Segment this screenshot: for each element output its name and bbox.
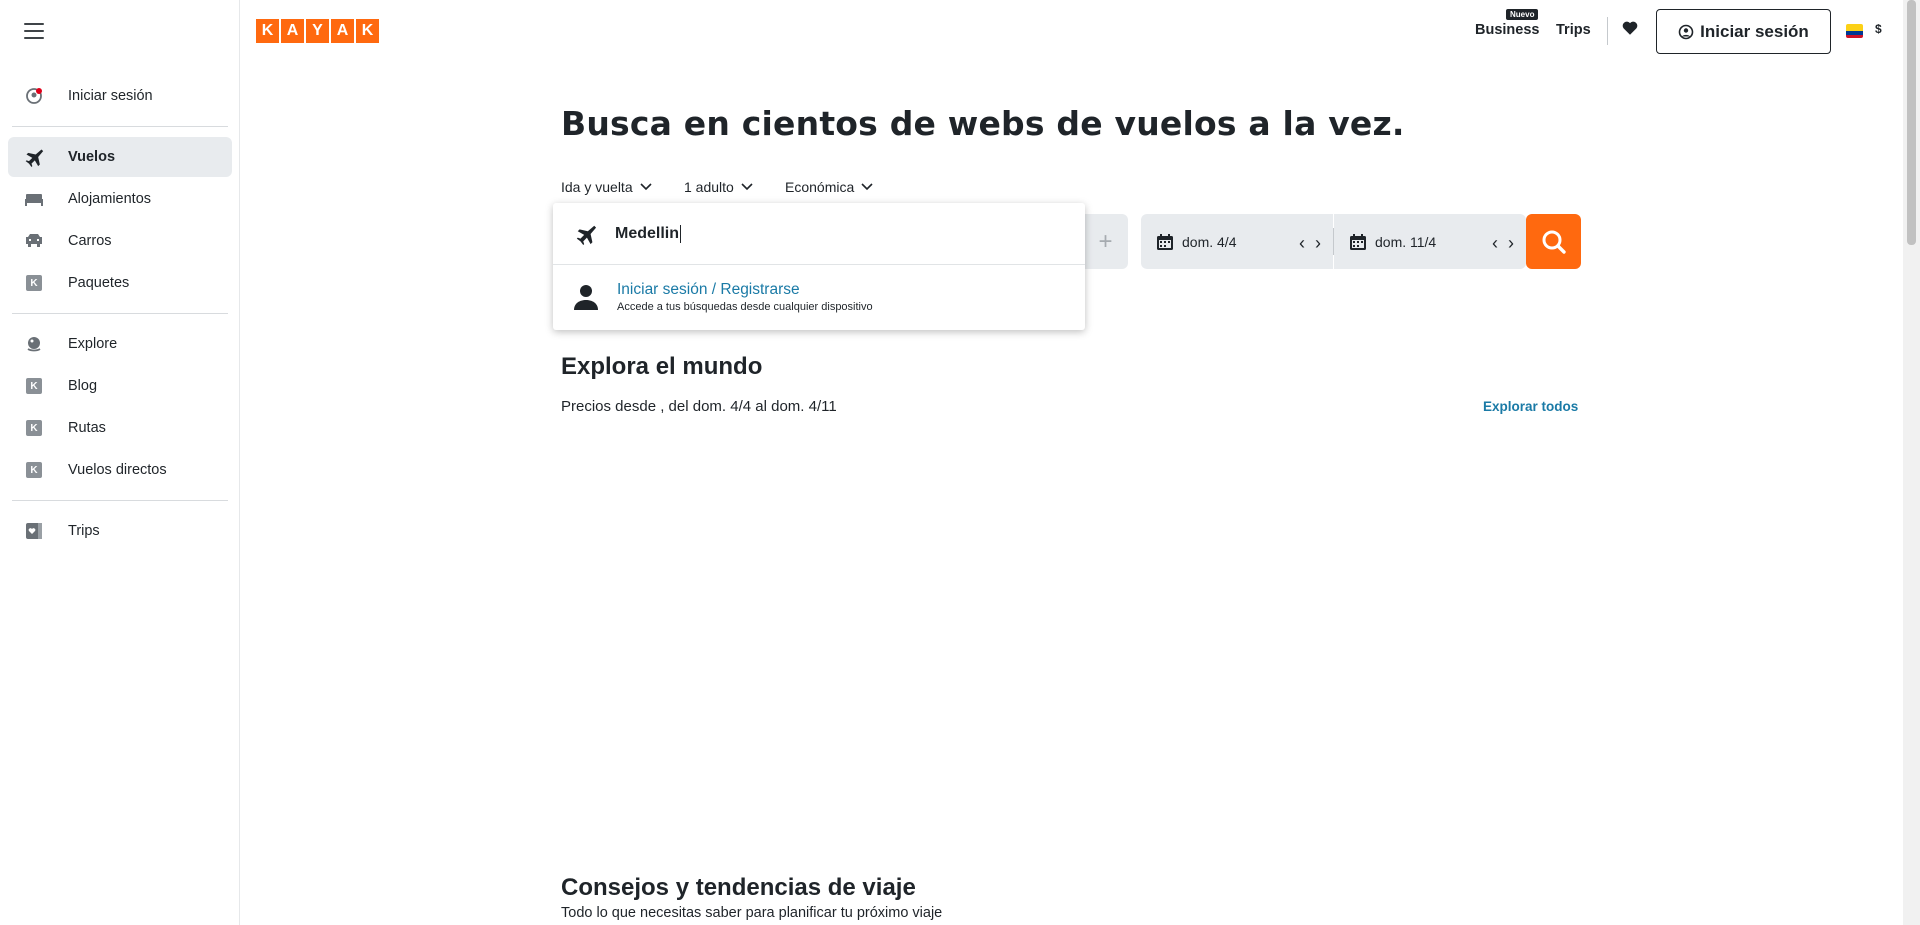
page-scrollbar[interactable] xyxy=(1903,0,1920,925)
plus-icon: + xyxy=(1098,227,1113,255)
plane-icon xyxy=(22,145,46,169)
chevron-left-icon[interactable]: ‹ xyxy=(1299,233,1305,254)
login-suggestion-subtitle: Accede a tus búsquedas desde cualquier d… xyxy=(617,301,873,313)
search-icon xyxy=(1542,230,1566,254)
login-suggestion[interactable]: Iniciar sesión / Registrarse Accede a tu… xyxy=(553,265,1085,329)
cabin-label: Económica xyxy=(785,179,855,195)
logo-letter: K xyxy=(356,19,379,43)
logo-letter: Y xyxy=(306,19,329,43)
sidebar-item-label: Vuelos directos xyxy=(68,462,167,478)
chevron-right-icon[interactable]: › xyxy=(1508,233,1514,254)
login-button-label: Iniciar sesión xyxy=(1700,21,1809,41)
sidebar-item-label: Trips xyxy=(68,523,100,539)
depart-date-label: dom. 4/4 xyxy=(1182,233,1237,250)
tips-title: Consejos y tendencias de viaje xyxy=(561,874,916,901)
sidebar-item-stays[interactable]: Alojamientos xyxy=(8,179,232,219)
chevron-left-icon[interactable]: ‹ xyxy=(1492,233,1498,254)
logo-letter: A xyxy=(281,19,304,43)
kayak-k-icon: K xyxy=(22,416,46,440)
chevron-right-icon[interactable]: › xyxy=(1315,233,1321,254)
business-link[interactable]: Business xyxy=(1475,22,1539,38)
origin-input[interactable]: Medellin xyxy=(615,225,679,243)
sidebar-item-label: Rutas xyxy=(68,420,106,436)
new-badge: Nuevo xyxy=(1506,9,1539,20)
sidebar-item-routes[interactable]: K Rutas xyxy=(8,408,232,448)
sidebar: Iniciar sesión Vuelos Alojamientos Carro… xyxy=(0,0,240,925)
heart-icon[interactable] xyxy=(1621,19,1641,39)
sidebar-item-packages[interactable]: K Paquetes xyxy=(8,263,232,303)
sidebar-divider xyxy=(12,313,228,314)
sidebar-item-login[interactable]: Iniciar sesión xyxy=(8,76,232,116)
sidebar-item-label: Explore xyxy=(68,336,118,352)
sidebar-divider xyxy=(12,500,228,501)
login-register-link[interactable]: Iniciar sesión / Registrarse xyxy=(617,281,873,299)
kayak-k-icon: K xyxy=(22,374,46,398)
origin-autocomplete: Medellin Iniciar sesión / Registrarse Ac… xyxy=(553,203,1085,330)
currency-selector[interactable]: $ xyxy=(1875,22,1882,36)
header-divider xyxy=(1607,17,1608,45)
trip-type-select[interactable]: Ida y vuelta xyxy=(561,179,652,195)
explore-all-link[interactable]: Explorar todos xyxy=(1483,399,1578,414)
kayak-logo[interactable]: K A Y A K xyxy=(256,19,379,43)
logo-letter: A xyxy=(331,19,354,43)
sidebar-item-label: Iniciar sesión xyxy=(68,88,153,104)
explore-title: Explora el mundo xyxy=(561,353,763,380)
travelers-label: 1 adulto xyxy=(684,179,734,195)
trips-heart-icon xyxy=(22,519,46,543)
trips-link[interactable]: Trips xyxy=(1556,22,1591,38)
return-date-label: dom. 11/4 xyxy=(1375,233,1437,250)
add-destination-button[interactable]: + xyxy=(1083,214,1128,269)
chevron-down-icon xyxy=(861,183,873,191)
user-circle-icon xyxy=(1678,24,1694,39)
sidebar-item-cars[interactable]: Carros xyxy=(8,221,232,261)
origin-input-row[interactable]: Medellin xyxy=(553,203,1085,265)
person-icon xyxy=(574,285,598,310)
text-caret xyxy=(680,224,682,243)
chevron-down-icon xyxy=(741,183,753,191)
sidebar-item-trips[interactable]: Trips xyxy=(8,511,232,551)
tips-subtitle: Todo lo que necesitas saber para planifi… xyxy=(561,905,943,921)
bed-icon xyxy=(22,187,46,211)
calendar-icon xyxy=(1350,233,1366,250)
chevron-down-icon xyxy=(640,183,652,191)
logo-letter: K xyxy=(256,19,279,43)
trip-type-label: Ida y vuelta xyxy=(561,179,633,195)
travelers-select[interactable]: 1 adulto xyxy=(684,179,753,195)
explore-subtitle: Precios desde , del dom. 4/4 al dom. 4/1… xyxy=(561,398,837,415)
sidebar-item-blog[interactable]: K Blog xyxy=(8,366,232,406)
colombia-flag-icon[interactable] xyxy=(1846,24,1863,38)
car-icon xyxy=(22,229,46,253)
sidebar-item-label: Blog xyxy=(68,378,98,394)
search-button[interactable] xyxy=(1526,214,1581,269)
globe-icon xyxy=(22,332,46,356)
scrollbar-thumb[interactable] xyxy=(1907,0,1916,245)
page-title: Busca en cientos de webs de vuelos a la … xyxy=(561,104,1405,143)
sidebar-item-label: Vuelos xyxy=(68,149,116,165)
calendar-icon xyxy=(1157,233,1173,250)
sidebar-item-label: Alojamientos xyxy=(68,191,152,207)
plane-icon xyxy=(576,225,597,245)
kayak-k-icon: K xyxy=(22,271,46,295)
kayak-k-icon: K xyxy=(22,458,46,482)
sidebar-item-label: Carros xyxy=(68,233,112,249)
sidebar-item-direct-flights[interactable]: K Vuelos directos xyxy=(8,450,232,490)
user-circle-icon xyxy=(22,84,46,108)
menu-icon[interactable] xyxy=(22,20,46,42)
cabin-select[interactable]: Económica xyxy=(785,179,873,195)
sidebar-divider xyxy=(12,126,228,127)
login-button[interactable]: Iniciar sesión xyxy=(1656,9,1831,54)
depart-date-field[interactable]: dom. 4/4 ‹ › xyxy=(1141,214,1333,269)
sidebar-item-explore[interactable]: Explore xyxy=(8,324,232,364)
return-date-field[interactable]: dom. 11/4 ‹ › xyxy=(1334,214,1526,269)
sidebar-item-flights[interactable]: Vuelos xyxy=(8,137,232,177)
sidebar-item-label: Paquetes xyxy=(68,275,130,291)
